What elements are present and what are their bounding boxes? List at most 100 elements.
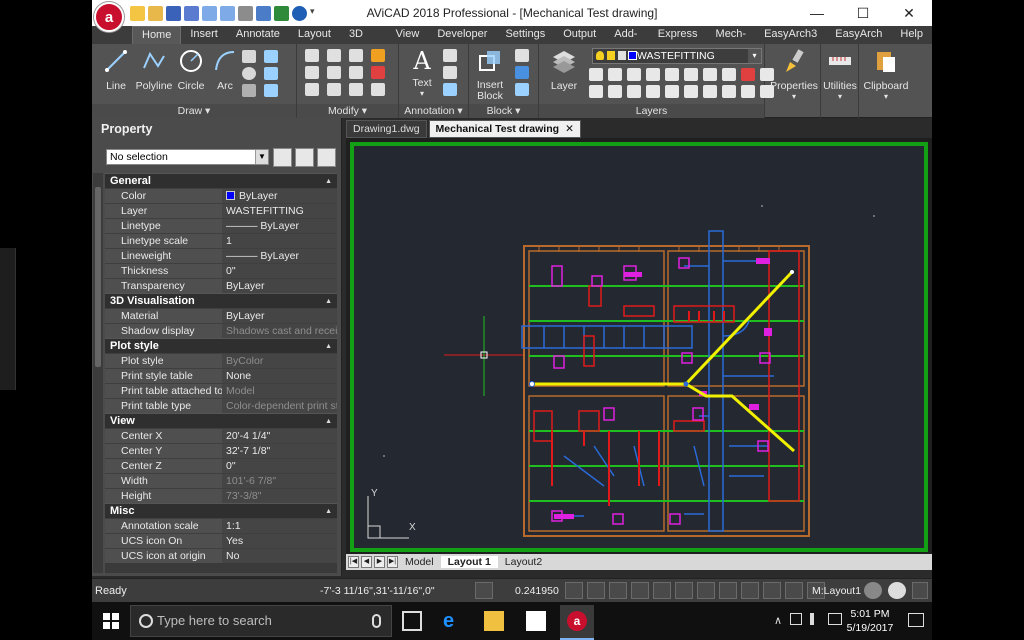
tab-insert[interactable]: Insert <box>181 26 227 44</box>
erase-icon[interactable] <box>371 49 385 62</box>
property-value[interactable]: 1:1 <box>222 519 337 533</box>
property-value[interactable]: 1 <box>222 234 337 248</box>
property-value[interactable]: ——— ByLayer <box>222 249 337 263</box>
layer-tool-12-icon[interactable] <box>608 85 622 98</box>
hatch-icon[interactable] <box>242 84 256 97</box>
property-row[interactable]: Annotation scale 1:1 <box>105 518 337 533</box>
layer-tool-4-icon[interactable] <box>646 68 660 81</box>
tab-home[interactable]: Home <box>132 26 182 44</box>
notifications-icon[interactable] <box>908 613 924 627</box>
layer-tool-14-icon[interactable] <box>646 85 660 98</box>
arc-button[interactable]: Arc <box>204 48 246 92</box>
property-row[interactable]: Material ByLayer <box>105 308 337 323</box>
property-row[interactable]: Layer WASTEFITTING <box>105 203 337 218</box>
mirror-icon[interactable] <box>327 66 341 79</box>
select-objects-icon[interactable] <box>295 148 314 167</box>
avicad-logo-icon[interactable]: a <box>94 2 124 32</box>
layer-tool-5-icon[interactable] <box>665 68 679 81</box>
layer-tool-15-icon[interactable] <box>665 85 679 98</box>
minimize-button[interactable]: — <box>794 0 840 26</box>
layer-tool-8-icon[interactable] <box>722 68 736 81</box>
attribute-icon[interactable] <box>515 83 529 96</box>
property-value[interactable]: 0" <box>222 264 337 278</box>
property-row[interactable]: Width 101'-6 7/8" <box>105 473 337 488</box>
property-section-header[interactable]: Plot style <box>105 338 337 354</box>
tab-easyarch3[interactable]: EasyArch3 <box>755 26 826 44</box>
clipboard-button[interactable]: Clipboard ▾ <box>861 48 911 101</box>
tray-chevron-icon[interactable]: ∧ <box>774 614 782 627</box>
tab-3d-tools[interactable]: 3D Tools <box>340 26 387 57</box>
prev-layout-icon[interactable]: ◀ <box>361 556 372 568</box>
move-icon[interactable] <box>305 49 319 62</box>
property-row[interactable]: Center Y 32'-7 1/8" <box>105 443 337 458</box>
dimension-icon[interactable] <box>443 49 457 62</box>
property-value[interactable]: 20'-4 1/4" <box>222 429 337 443</box>
stretch-icon[interactable] <box>305 83 319 96</box>
tab-developer[interactable]: Developer <box>428 26 496 44</box>
layer-tool-17-icon[interactable] <box>703 85 717 98</box>
tab-mech-q[interactable]: Mech-Q <box>707 26 756 57</box>
open-icon[interactable] <box>148 5 163 21</box>
property-row[interactable]: Shadow display Shadows cast and recei... <box>105 323 337 338</box>
tab-output[interactable]: Output <box>554 26 605 44</box>
help-icon[interactable] <box>292 5 307 21</box>
property-panel-scrollbar[interactable] <box>93 173 103 573</box>
insert-block-button[interactable]: Insert Block <box>469 48 511 102</box>
tab-layout2[interactable]: Layout2 <box>498 556 549 568</box>
first-layout-icon[interactable]: |◀ <box>348 556 359 568</box>
spline-icon[interactable] <box>264 67 278 80</box>
osnap-icon[interactable] <box>608 582 627 599</box>
tab-view[interactable]: View <box>387 26 429 44</box>
property-value[interactable]: Yes <box>222 534 337 548</box>
property-row[interactable]: Print table type Color-dependent print st… <box>105 398 337 413</box>
tab-layout-1[interactable]: Layout 1 <box>440 556 498 568</box>
leader-icon[interactable] <box>443 66 457 79</box>
network-icon[interactable] <box>790 613 802 625</box>
new-icon[interactable] <box>130 5 145 21</box>
property-row[interactable]: Lineweight ——— ByLayer <box>105 248 337 263</box>
property-row[interactable]: UCS icon On Yes <box>105 533 337 548</box>
property-value[interactable]: ——— ByLayer <box>222 219 337 233</box>
dynamic-input-icon[interactable] <box>740 582 759 599</box>
polar-icon[interactable] <box>586 582 605 599</box>
edge-browser-icon[interactable]: e <box>443 611 463 631</box>
tab-express-tools[interactable]: Express To <box>649 26 707 57</box>
property-value[interactable]: ByLayer <box>222 279 337 293</box>
next-layout-icon[interactable]: ▶ <box>374 556 385 568</box>
quick-properties-icon[interactable] <box>762 582 781 599</box>
tab-settings[interactable]: Settings <box>496 26 554 44</box>
rectangle-icon[interactable] <box>242 50 256 63</box>
property-value[interactable]: Shadows cast and recei... <box>222 324 337 338</box>
property-value[interactable]: ByLayer <box>222 189 337 203</box>
current-layer-dropdown[interactable]: WASTEFITTING ▾ <box>592 48 762 64</box>
file-explorer-icon[interactable] <box>484 611 504 631</box>
layer-tool-13-icon[interactable] <box>627 85 641 98</box>
property-value[interactable]: No <box>222 549 337 563</box>
layer-button[interactable]: Layer <box>543 48 585 92</box>
taskbar-search[interactable]: Type here to search <box>130 605 392 637</box>
redo-icon[interactable] <box>220 5 235 21</box>
ray-icon[interactable] <box>264 50 278 63</box>
property-row[interactable]: Height 73'-3/8" <box>105 488 337 503</box>
zoom-extents-icon[interactable] <box>475 582 493 599</box>
avicad-taskbar-button[interactable]: a <box>560 605 594 640</box>
fillet-icon[interactable] <box>349 66 363 79</box>
block-group-label[interactable]: Block ▾ <box>469 104 538 118</box>
layer-tool-18-icon[interactable] <box>722 85 736 98</box>
rotate-icon[interactable] <box>327 49 341 62</box>
property-value[interactable]: Color-dependent print st... <box>222 399 337 413</box>
array-icon[interactable] <box>349 83 363 96</box>
check-status-icon[interactable] <box>888 582 906 599</box>
selection-cycling-icon[interactable] <box>784 582 803 599</box>
transparency-icon[interactable] <box>718 582 737 599</box>
property-section-header[interactable]: General <box>105 173 337 189</box>
volume-icon[interactable] <box>810 613 822 625</box>
table-icon[interactable] <box>443 83 457 96</box>
annotation-group-label[interactable]: Annotation ▾ <box>399 104 468 118</box>
print-icon[interactable] <box>256 5 271 21</box>
property-value[interactable]: ByColor <box>222 354 337 368</box>
tab-add-on[interactable]: Add-On <box>605 26 649 57</box>
close-tab-icon[interactable]: ✕ <box>565 123 574 135</box>
fullscreen-icon[interactable] <box>912 582 928 599</box>
property-row[interactable]: Color ByLayer <box>105 188 337 203</box>
